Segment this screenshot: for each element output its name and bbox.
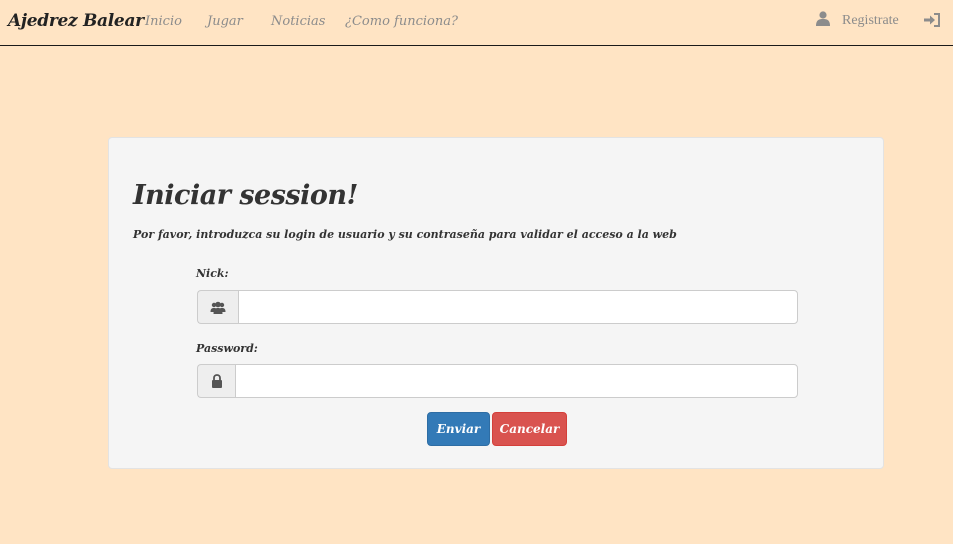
user-icon — [816, 11, 830, 30]
nav-link-inicio[interactable]: Inicio — [145, 14, 182, 29]
navbar: Ajedrez Balear Inicio Jugar Noticias ¿Co… — [0, 0, 953, 46]
log-in-icon[interactable] — [924, 12, 941, 31]
brand-logo[interactable]: Ajedrez Balear — [8, 11, 144, 31]
nick-input[interactable] — [238, 290, 798, 324]
submit-button[interactable]: Enviar — [427, 412, 490, 446]
password-label: Password: — [196, 342, 258, 355]
nick-label: Nick: — [196, 267, 229, 280]
register-label: Registrate — [842, 13, 899, 28]
nav-link-noticias[interactable]: Noticias — [271, 14, 325, 29]
register-link[interactable]: Registrate — [814, 0, 914, 45]
login-panel: Iniciar session! Por favor, introduzca s… — [108, 137, 884, 469]
login-title: Iniciar session! — [133, 180, 358, 211]
users-icon — [197, 290, 238, 324]
nav-link-jugar[interactable]: Jugar — [207, 14, 243, 29]
nick-input-group — [197, 290, 798, 324]
password-input[interactable] — [235, 364, 798, 398]
login-subtitle: Por favor, introduzca su login de usuari… — [133, 228, 677, 241]
lock-icon — [197, 364, 235, 398]
password-input-group — [197, 364, 798, 398]
cancel-button[interactable]: Cancelar — [492, 412, 567, 446]
nav-link-como-funciona[interactable]: ¿Como funciona? — [345, 14, 458, 29]
